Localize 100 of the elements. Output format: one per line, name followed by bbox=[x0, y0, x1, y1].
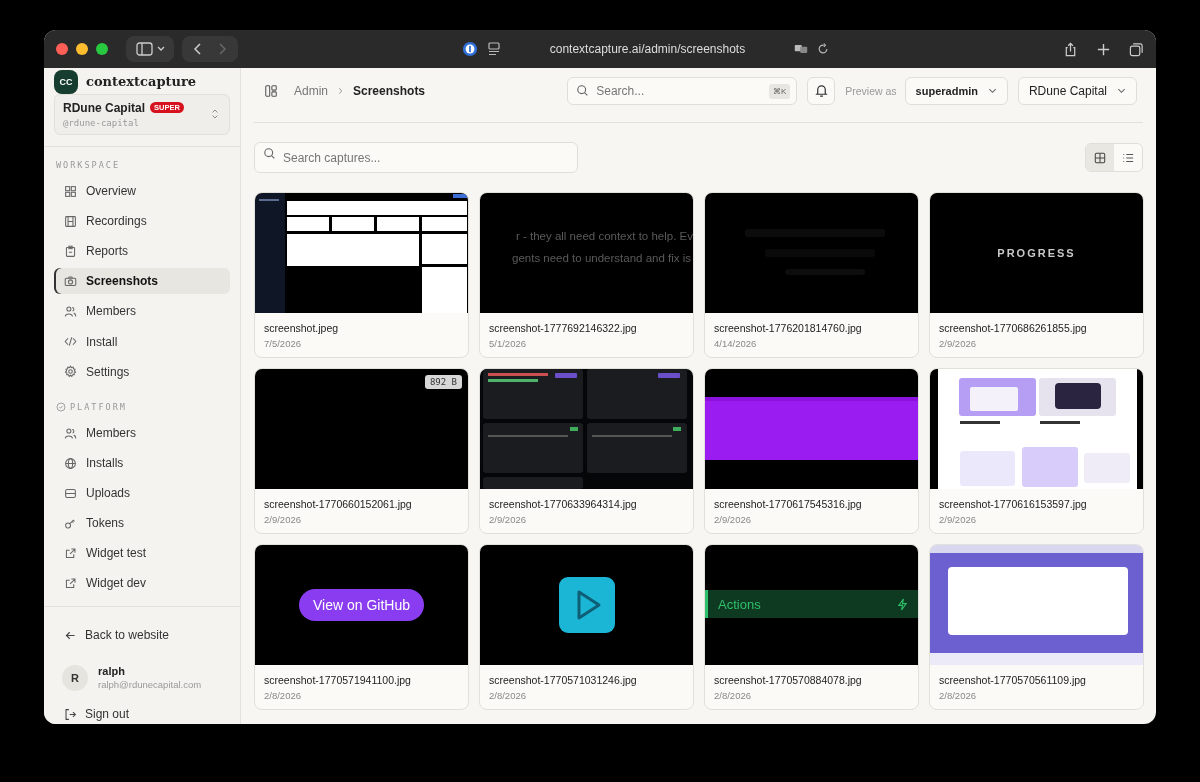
sidebar-item[interactable]: Uploads bbox=[54, 480, 230, 507]
sidebar-item[interactable]: Reports bbox=[54, 238, 230, 265]
organization-dropdown[interactable]: RDune Capital bbox=[1017, 76, 1137, 105]
capture-date: 2/8/2026 bbox=[939, 689, 977, 701]
section-heading: WORKSPACE bbox=[56, 160, 121, 171]
sidebar-item[interactable]: Settings bbox=[54, 358, 230, 385]
sidebar-toggle-icon[interactable] bbox=[264, 83, 278, 98]
sidebar-item[interactable]: Screenshots bbox=[54, 268, 230, 295]
user-avatar: R bbox=[62, 664, 88, 691]
grid-view-button[interactable] bbox=[1086, 144, 1114, 171]
sidebar-item[interactable]: Members bbox=[54, 298, 230, 325]
file-name: screenshot-1776201814760.jpg bbox=[714, 321, 863, 334]
sidebar-item[interactable]: Members bbox=[54, 420, 230, 447]
organization-name: RDune Capital bbox=[63, 100, 145, 115]
capture-date: 2/9/2026 bbox=[939, 337, 977, 349]
thumbnail-text: r - they all need context to help. Ev bbox=[515, 230, 693, 242]
capture-date: 2/9/2026 bbox=[489, 513, 527, 525]
capture-date: 4/14/2026 bbox=[714, 337, 758, 349]
sidebar-item[interactable]: Installs bbox=[54, 450, 230, 477]
zoom-button[interactable] bbox=[96, 43, 108, 55]
capture-date: 7/5/2026 bbox=[264, 337, 302, 349]
back-icon[interactable] bbox=[193, 42, 203, 56]
capture-card[interactable]: screenshot-1770570561109.jpg 2/8/2026 bbox=[929, 544, 1144, 710]
capture-card[interactable]: 892 B screenshot-1770660152061.jpg 2/9/2026 bbox=[254, 368, 469, 534]
sidebar-item[interactable]: Widget dev bbox=[54, 570, 230, 597]
camera-icon bbox=[64, 274, 77, 288]
sidebar-item[interactable]: Overview bbox=[54, 178, 230, 205]
tray-icon bbox=[64, 486, 77, 500]
capture-card[interactable]: screenshot-1776201814760.jpg 4/14/2026 bbox=[704, 192, 919, 358]
file-name: screenshot-1770616153597.jpg bbox=[939, 497, 1088, 510]
address-bar[interactable]: contextcapture.ai/admin/screenshots bbox=[509, 42, 830, 56]
grid-icon bbox=[64, 184, 77, 198]
clipboard-icon bbox=[64, 244, 77, 258]
section-heading: PLATFORM bbox=[70, 402, 127, 413]
tabs-overview-icon[interactable] bbox=[1129, 41, 1144, 57]
back-to-website-link[interactable]: Back to website bbox=[54, 625, 230, 645]
external-link-icon bbox=[64, 576, 77, 590]
lightning-icon bbox=[897, 597, 908, 611]
capture-date: 5/1/2026 bbox=[489, 337, 527, 349]
file-name: screenshot-1770571031246.jpg bbox=[489, 673, 638, 686]
list-icon bbox=[1122, 151, 1134, 164]
organization-handle: @rdune-capital bbox=[63, 117, 140, 128]
translate-icon[interactable] bbox=[793, 43, 808, 55]
page-menu-icon[interactable] bbox=[485, 41, 502, 57]
search-field[interactable]: Search captures... bbox=[254, 142, 578, 173]
logo-icon: CC bbox=[54, 69, 78, 94]
breadcrumb-item[interactable]: Admin bbox=[294, 83, 328, 98]
file-name: screenshot-1770571941100.jpg bbox=[264, 673, 412, 686]
globe-icon bbox=[64, 456, 77, 470]
search-icon bbox=[576, 83, 590, 97]
minimize-button[interactable] bbox=[76, 43, 88, 55]
capture-card[interactable]: screenshot-1770571031246.jpg 2/8/2026 bbox=[479, 544, 694, 710]
close-button[interactable] bbox=[56, 43, 68, 55]
sign-out-button[interactable]: Sign out bbox=[54, 704, 230, 724]
role-dropdown[interactable]: superadmin bbox=[904, 76, 1008, 105]
chevron-down-icon bbox=[1117, 87, 1126, 94]
new-tab-icon[interactable] bbox=[1096, 41, 1111, 57]
chevron-down-icon bbox=[987, 87, 997, 94]
film-icon bbox=[64, 214, 77, 228]
capture-card[interactable]: r - they all need context to help. Ev gents need to understand and fix is screenshot-1777692146322.jpg 5/1/2026 bbox=[479, 192, 694, 358]
play-icon bbox=[556, 575, 617, 635]
preview-label: Preview as bbox=[845, 84, 897, 97]
external-link-icon bbox=[64, 546, 77, 560]
sidebar-item[interactable]: Install bbox=[54, 328, 230, 355]
file-name: screenshot-1770633964314.jpg bbox=[489, 497, 638, 510]
file-name: screenshot.jpeg bbox=[264, 321, 340, 334]
sidebar-item[interactable]: Recordings bbox=[54, 208, 230, 235]
shield-icon bbox=[56, 402, 66, 413]
file-name: screenshot-1770617545316.jpg bbox=[714, 497, 863, 510]
capture-card[interactable]: View on GitHub screenshot-1770571941100.jpg 2/8/2026 bbox=[254, 544, 469, 710]
size-badge: 892 B bbox=[424, 375, 462, 389]
password-icon[interactable] bbox=[461, 41, 478, 57]
share-icon[interactable] bbox=[1063, 41, 1078, 57]
sidebar-icon bbox=[135, 42, 165, 56]
capture-card[interactable]: screenshot-1770633964314.jpg 2/9/2026 bbox=[479, 368, 694, 534]
user-name: ralph bbox=[98, 665, 126, 678]
capture-date: 2/9/2026 bbox=[714, 513, 752, 525]
thumbnail-button: View on GitHub bbox=[299, 589, 424, 621]
file-name: screenshot-1770570561109.jpg bbox=[939, 673, 1087, 686]
code-icon bbox=[64, 335, 77, 348]
grid-icon bbox=[1094, 151, 1106, 164]
search-icon bbox=[263, 147, 276, 160]
app-name: contextcapture bbox=[86, 74, 197, 90]
thumbnail-text: gents need to understand and fix is bbox=[511, 252, 692, 264]
capture-card[interactable]: screenshot.jpeg 7/5/2026 bbox=[254, 192, 469, 358]
sidebar-toggle-button[interactable] bbox=[126, 36, 174, 62]
sign-out-icon bbox=[64, 707, 77, 721]
capture-card[interactable]: screenshot-1770617545316.jpg 2/9/2026 bbox=[704, 368, 919, 534]
user-email: ralph@rdunecapital.com bbox=[98, 679, 202, 691]
file-name: screenshot-1770660152061.jpg bbox=[264, 497, 413, 510]
capture-date: 2/9/2026 bbox=[264, 513, 302, 525]
breadcrumb-item: Screenshots bbox=[353, 83, 426, 98]
capture-card[interactable]: Actions screenshot-1770570884078.jpg 2/8/2026 bbox=[704, 544, 919, 710]
capture-card[interactable]: PROGRESS screenshot-1770686261855.jpg 2/9/2026 bbox=[929, 192, 1144, 358]
sidebar-item[interactable]: Tokens bbox=[54, 510, 230, 537]
capture-card[interactable]: screenshot-1770616153597.jpg 2/9/2026 bbox=[929, 368, 1144, 534]
notifications-button[interactable] bbox=[807, 76, 836, 105]
sidebar-item[interactable]: Widget test bbox=[54, 540, 230, 567]
file-name: screenshot-1777692146322.jpg bbox=[489, 321, 638, 334]
file-name: screenshot-1770686261855.jpg bbox=[939, 321, 1088, 334]
